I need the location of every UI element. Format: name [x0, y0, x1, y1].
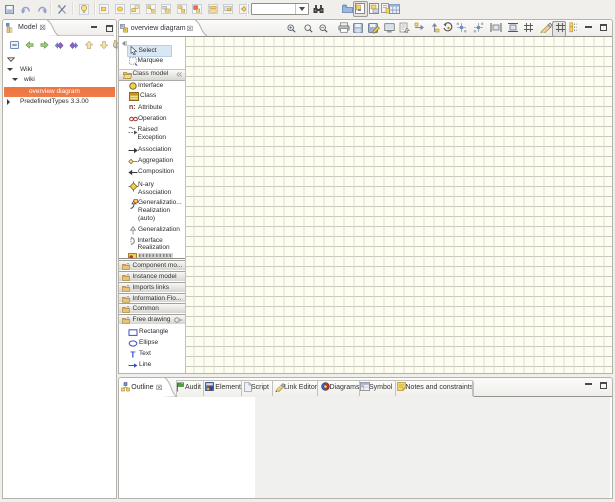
svg-text:T: T	[130, 350, 136, 359]
